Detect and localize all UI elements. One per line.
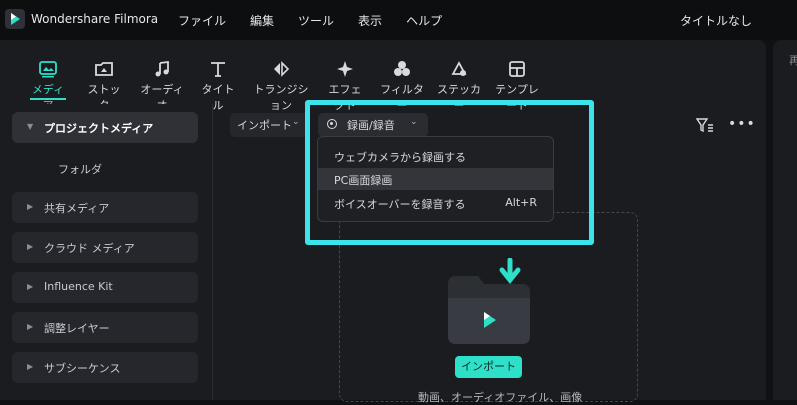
filmora-logo-icon xyxy=(5,9,25,29)
music-note-icon xyxy=(155,60,169,77)
sidebar-item-label: 共有メディア xyxy=(44,202,110,215)
sidebar-item-cloud-media[interactable]: ▶ クラウド メディア xyxy=(12,232,198,263)
menu-edit[interactable]: 編集 xyxy=(250,12,274,29)
sidebar-item-adjustment-layer[interactable]: ▶ 調整レイヤー xyxy=(12,312,198,343)
import-main-button[interactable]: インポート xyxy=(455,356,522,378)
collapse-arrow-icon: ▶ xyxy=(27,242,34,251)
more-options-icon[interactable]: ••• xyxy=(728,116,756,132)
stock-icon xyxy=(95,62,113,76)
sidebar-item-project-media[interactable]: ▼ プロジェクトメディア xyxy=(12,112,198,143)
expand-arrow-icon: ▼ xyxy=(27,122,34,131)
collapse-arrow-icon: ▶ xyxy=(27,282,34,291)
sticker-icon xyxy=(451,61,467,76)
sidebar-item-label: クラウド メディア xyxy=(44,242,135,255)
filter-circles-icon xyxy=(394,61,410,76)
active-tab-underline xyxy=(30,98,66,100)
text-icon xyxy=(211,62,225,77)
sidebar-item-label: プロジェクトメディア xyxy=(44,122,154,135)
player-panel-label: 再 xyxy=(789,54,797,67)
sidebar-item-label: 調整レイヤー xyxy=(44,322,110,335)
filter-sort-icon[interactable] xyxy=(696,117,714,133)
app-title: Wondershare Filmora xyxy=(31,12,159,26)
tab-transitions[interactable]: トランジション xyxy=(250,59,312,113)
media-toolbar: メディア ストック オーディオ タイトル トランジション エフェクト フィルター… xyxy=(0,48,766,112)
menu-tools[interactable]: ツール xyxy=(298,12,334,29)
sidebar-item-shared-media[interactable]: ▶ 共有メディア xyxy=(12,192,198,223)
effect-sparkle-icon xyxy=(337,61,353,77)
transition-icon xyxy=(274,61,290,77)
template-icon xyxy=(509,61,525,77)
chevron-down-icon: ⌄ xyxy=(292,117,300,127)
import-dropdown-button[interactable]: インポート ⌄ xyxy=(230,113,310,137)
sidebar-item-influence-kit[interactable]: ▶ Influence Kit xyxy=(12,272,198,303)
menu-bar: ファイル 編集 ツール 表示 ヘルプ xyxy=(178,12,466,29)
collapse-arrow-icon: ▶ xyxy=(27,362,34,371)
title-bar: Wondershare Filmora ファイル 編集 ツール 表示 ヘルプ タ… xyxy=(0,0,797,40)
drop-hint-text: 動画、オーディオファイル、画像 xyxy=(418,391,583,404)
sidebar-item-label: Influence Kit xyxy=(44,280,113,293)
menu-file[interactable]: ファイル xyxy=(178,12,226,29)
import-label: インポート xyxy=(237,119,292,132)
menu-view[interactable]: 表示 xyxy=(358,12,382,29)
sidebar-item-folder[interactable]: フォルダ xyxy=(58,161,102,177)
highlight-box xyxy=(305,100,594,245)
player-panel: 再 xyxy=(773,40,797,400)
document-title: タイトルなし xyxy=(680,14,753,28)
menu-help[interactable]: ヘルプ xyxy=(406,12,442,29)
collapse-arrow-icon: ▶ xyxy=(27,202,34,211)
import-folder-icon xyxy=(448,258,530,344)
sidebar-item-subsequence[interactable]: ▶ サブシーケンス xyxy=(12,352,198,383)
sidebar-item-label: サブシーケンス xyxy=(44,362,121,375)
media-icon xyxy=(39,61,57,78)
collapse-arrow-icon: ▶ xyxy=(27,322,34,331)
